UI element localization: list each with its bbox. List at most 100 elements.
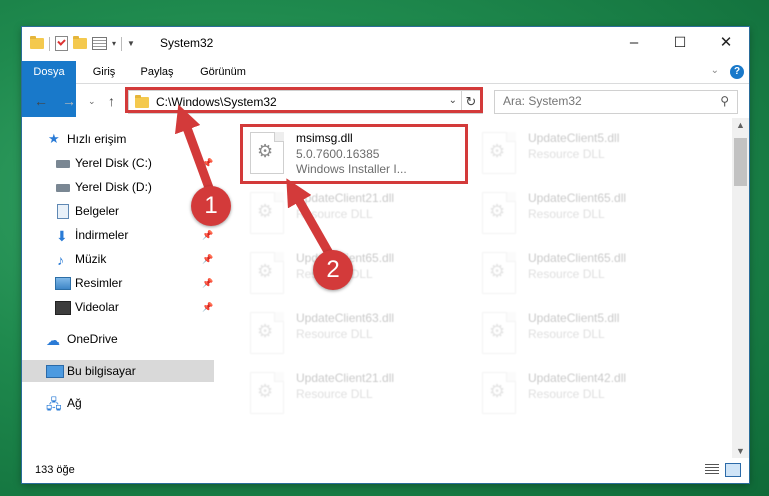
file-type: Resource DLL: [296, 207, 373, 221]
rename-icon[interactable]: [92, 37, 107, 50]
file-type: Resource DLL: [296, 327, 373, 341]
gear-icon: ⚙: [257, 261, 274, 281]
gear-icon: ⚙: [257, 321, 274, 341]
file-item[interactable]: ⚙ UpdateClient42.dll Resource DLL: [478, 364, 698, 420]
details-view-icon[interactable]: [705, 464, 719, 476]
status-bar: 133 öğe: [22, 458, 749, 483]
network-icon: 🖧: [46, 396, 62, 412]
file-name: UpdateClient21.dll: [296, 371, 395, 385]
ribbon-tabs: Dosya Giriş Paylaş Görünüm ⌄ ?: [22, 61, 749, 117]
file-item[interactable]: ⚙ UpdateClient5.dll Resource DLL: [478, 304, 698, 360]
gear-icon: ⚙: [257, 381, 274, 401]
forward-arrow-icon[interactable]: →: [62, 93, 76, 109]
sidebar-item-label: Resimler: [75, 276, 123, 290]
sidebar-item-pictures[interactable]: Resimler 📌: [22, 272, 214, 294]
gear-icon: ⚙: [489, 381, 506, 401]
sidebar-item-this-pc[interactable]: Bu bilgisayar: [22, 360, 214, 382]
sidebar-item-label: Videolar: [75, 300, 119, 314]
file-item[interactable]: ⚙ UpdateClient21.dll Resource DLL: [246, 184, 466, 240]
qat-dropdown-icon[interactable]: ▾: [112, 39, 116, 48]
customize-qat-icon[interactable]: ▼: [127, 39, 135, 48]
file-name: UpdateClient42.dll: [528, 371, 627, 385]
gear-icon: ⚙: [489, 261, 506, 281]
sidebar-item-onedrive[interactable]: ☁ OneDrive: [22, 328, 214, 350]
download-arrow-icon: ⬇: [56, 228, 68, 244]
pin-icon[interactable]: 📌: [202, 248, 213, 270]
file-item[interactable]: ⚙ UpdateClient5.dll Resource DLL: [478, 124, 698, 180]
item-count: 133 öğe: [35, 464, 75, 476]
sidebar-item-label: İndirmeler: [75, 228, 129, 242]
help-icon[interactable]: ?: [730, 65, 744, 79]
pin-icon[interactable]: 📌: [202, 272, 213, 294]
file-item[interactable]: ⚙ UpdateClient21.dll Resource DLL: [246, 364, 466, 420]
sidebar-item-documents[interactable]: Belgeler 📌: [22, 200, 214, 222]
scroll-down-icon[interactable]: ▼: [736, 446, 745, 456]
gear-icon: ⚙: [489, 141, 506, 161]
search-input[interactable]: [495, 91, 703, 111]
address-highlight-box: [125, 87, 483, 113]
file-name: UpdateClient63.dll: [296, 311, 395, 325]
drive-icon: [56, 184, 70, 192]
sidebar-item-downloads[interactable]: ⬇ İndirmeler 📌: [22, 224, 214, 246]
sidebar-item-label: Yerel Disk (C:): [75, 156, 152, 170]
file-item[interactable]: ⚙ UpdateClient65.dll Resource DLL: [478, 244, 698, 300]
back-arrow-icon[interactable]: ←: [34, 93, 48, 109]
pin-icon[interactable]: 📌: [202, 296, 213, 318]
gear-icon: ⚙: [489, 201, 506, 221]
scroll-up-icon[interactable]: ▲: [736, 120, 745, 130]
sidebar-item-label: Hızlı erişim: [67, 132, 127, 146]
file-name: UpdateClient65.dll: [528, 191, 627, 205]
large-icons-view-icon[interactable]: [725, 463, 741, 477]
step-badge-1: 1: [191, 186, 231, 226]
new-folder-icon[interactable]: [73, 36, 87, 49]
file-item[interactable]: ⚙ UpdateClient65.dll Resource DLL: [246, 244, 466, 300]
navigation-bar: ← → ⌄ ↑ C:\Windows\System32 ⌄ ↻ ⚲: [22, 84, 749, 118]
up-arrow-icon[interactable]: ↑: [108, 93, 115, 109]
file-item[interactable]: ⚙ UpdateClient63.dll Resource DLL: [246, 304, 466, 360]
tab-view[interactable]: Görünüm: [192, 61, 254, 83]
folder-icon[interactable]: [30, 36, 44, 49]
pin-icon[interactable]: 📌: [202, 224, 213, 246]
sidebar-item-music[interactable]: ♪ Müzik 📌: [22, 248, 214, 270]
ribbon-expand-icon[interactable]: ⌄: [711, 65, 719, 76]
tab-share[interactable]: Paylaş: [132, 61, 182, 83]
sidebar-item-disk-c[interactable]: Yerel Disk (C:) 📌: [22, 152, 214, 174]
file-type: Resource DLL: [296, 387, 373, 401]
sidebar-item-label: Ağ: [67, 396, 82, 410]
window-title: System32: [160, 36, 214, 50]
documents-icon: [57, 204, 69, 219]
computer-icon: [46, 365, 64, 378]
vertical-scrollbar[interactable]: ▲ ▼: [732, 118, 749, 458]
properties-check-icon[interactable]: [55, 36, 68, 51]
scroll-thumb[interactable]: [734, 138, 747, 186]
sidebar-item-label: Belgeler: [75, 204, 120, 218]
music-note-icon: ♪: [57, 252, 64, 268]
sidebar-item-quick-access[interactable]: ★ Hızlı erişim: [22, 128, 214, 150]
sidebar-item-label: Bu bilgisayar: [67, 364, 136, 378]
close-button[interactable]: ✕: [703, 27, 749, 57]
file-name: UpdateClient5.dll: [528, 311, 620, 325]
step-badge-2: 2: [313, 250, 353, 290]
sidebar-item-label: Müzik: [75, 252, 107, 266]
search-box[interactable]: ⚲: [494, 90, 738, 114]
video-film-icon: [55, 301, 71, 315]
title-bar: ▾ ▼ System32 – ☐ ✕: [22, 27, 749, 61]
star-icon: ★: [48, 131, 60, 146]
file-name: UpdateClient65.dll: [528, 251, 627, 265]
file-type: Resource DLL: [528, 387, 605, 401]
toolbar-separator: [49, 36, 50, 51]
pin-icon[interactable]: 📌: [202, 152, 213, 174]
tab-home[interactable]: Giriş: [84, 61, 124, 83]
file-item[interactable]: ⚙ UpdateClient65.dll Resource DLL: [478, 184, 698, 240]
recent-locations-icon[interactable]: ⌄: [88, 96, 96, 107]
minimize-button[interactable]: –: [611, 27, 657, 57]
file-type: Resource DLL: [528, 267, 605, 281]
file-type: Resource DLL: [528, 207, 605, 221]
navigation-pane: ★ Hızlı erişim Yerel Disk (C:) 📌 Yerel D…: [22, 118, 216, 458]
sidebar-item-disk-d[interactable]: Yerel Disk (D:): [22, 176, 214, 198]
sidebar-item-network[interactable]: 🖧 Ağ: [22, 392, 214, 414]
file-name: UpdateClient21.dll: [296, 191, 395, 205]
file-type: Resource DLL: [528, 147, 605, 161]
maximize-button[interactable]: ☐: [657, 27, 703, 57]
sidebar-item-videos[interactable]: Videolar 📌: [22, 296, 214, 318]
